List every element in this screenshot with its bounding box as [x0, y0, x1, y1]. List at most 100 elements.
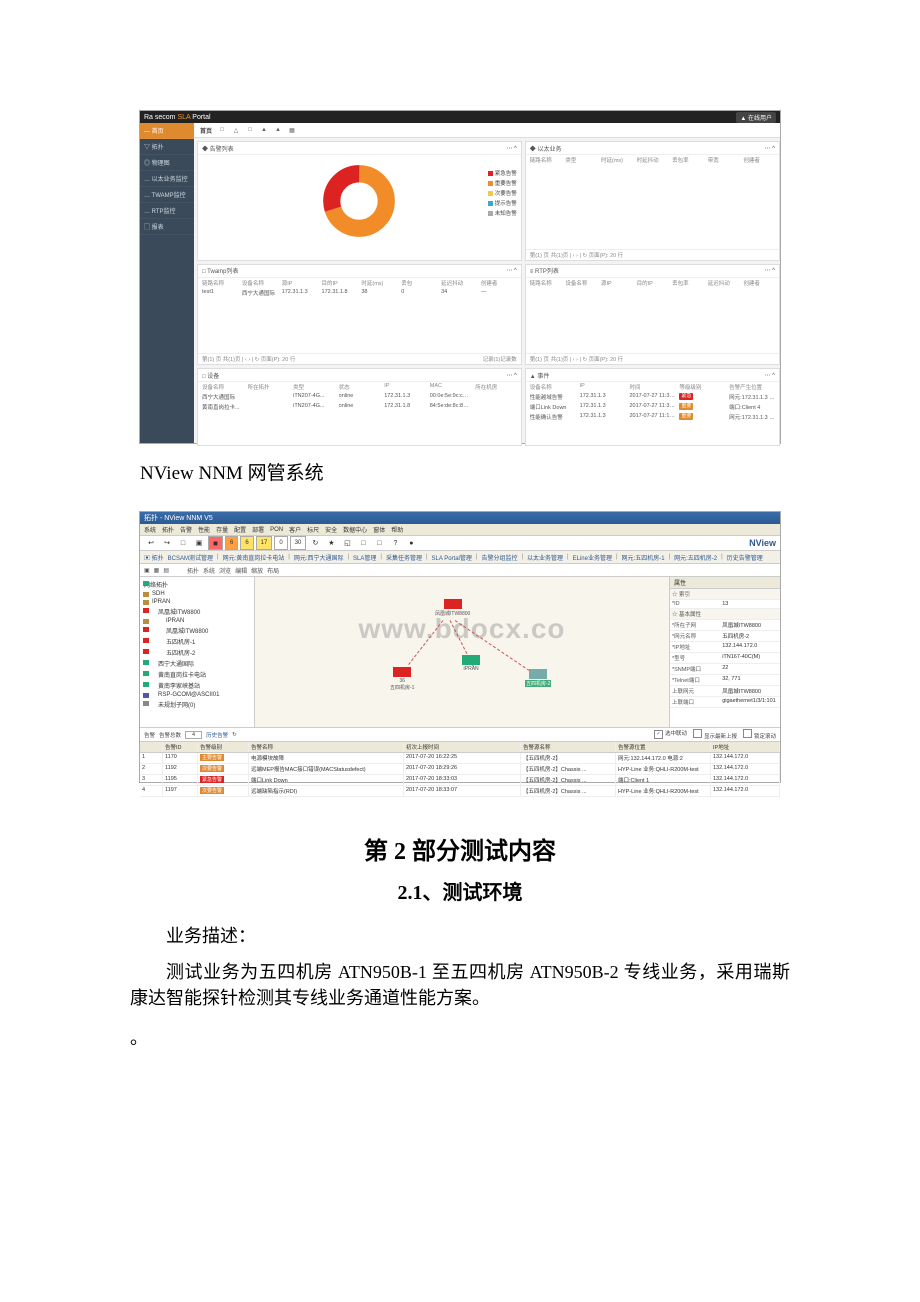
user-icon[interactable]: ▲: [260, 126, 268, 134]
tree-root[interactable]: 网络拓扑: [142, 579, 252, 590]
sidebar-item-topo[interactable]: ▽ 拓扑: [140, 139, 194, 155]
bc-item[interactable]: 网元:黄南直岗拉卡电站: [223, 553, 285, 562]
panel-toggle-icon[interactable]: ⋯ ^: [765, 372, 775, 379]
undo-icon[interactable]: ↩: [144, 536, 158, 550]
filter-critical-chip[interactable]: ◼: [208, 536, 223, 550]
checkbox-icon[interactable]: [693, 729, 702, 738]
panel-toggle-icon[interactable]: ⋯ ^: [506, 267, 516, 274]
bc-item[interactable]: ELine业务管理: [573, 553, 612, 562]
bc-item[interactable]: SLA Portal管理: [432, 553, 472, 562]
alarm-refresh-icon[interactable]: ↻: [232, 732, 237, 738]
panel-toggle-icon[interactable]: ⋯ ^: [506, 372, 516, 379]
box-icon[interactable]: □: [246, 126, 254, 134]
topology-node-top[interactable]: 凤凰城ITW8800: [435, 599, 470, 617]
stb-btn[interactable]: 布局: [267, 566, 279, 575]
help-icon[interactable]: ?: [388, 536, 402, 550]
tree-item[interactable]: IPRAN: [142, 598, 252, 606]
stb-btn[interactable]: 缩放: [251, 566, 263, 575]
menu-item[interactable]: 窗体: [373, 525, 385, 534]
filter-count-chip[interactable]: 30: [290, 536, 307, 550]
redo-icon[interactable]: ↪: [160, 536, 174, 550]
stb-item[interactable]: ▤: [163, 567, 169, 574]
stb-btn[interactable]: 浏览: [219, 566, 231, 575]
panel-toggle-icon[interactable]: ⋯ ^: [765, 145, 775, 152]
tree-item[interactable]: SDH: [142, 590, 252, 598]
checkbox-icon[interactable]: ✓: [654, 730, 663, 739]
stb-btn[interactable]: 拓扑: [187, 566, 199, 575]
device-row[interactable]: 西宁大通国际 iTN207-4G... online 172.31.1.3 00…: [198, 392, 521, 402]
tree-item[interactable]: 黄南直岗拉卡电站: [142, 669, 252, 680]
topology-node-mid[interactable]: IPRAN: [462, 655, 480, 672]
sidebar-item-home[interactable]: — 首页: [140, 123, 194, 139]
twamp-row[interactable]: test1 西宁大通国际 172.31.1.3 172.31.1.8 38 0 …: [198, 288, 521, 298]
event-row[interactable]: 性能越域告警 172.31.1.3 2017-07-27 11:34:49 紧急…: [526, 392, 779, 402]
sla-user-tag[interactable]: ▲ 在线用户: [736, 112, 776, 123]
tree-item[interactable]: 凤凰城ITW8800: [142, 625, 252, 636]
menu-item[interactable]: 部署: [252, 525, 264, 534]
star-icon[interactable]: ★: [324, 536, 338, 550]
stb-item[interactable]: ▣: [144, 567, 150, 574]
tree-item[interactable]: 未规划子网(0): [142, 699, 252, 710]
rect-icon[interactable]: □: [176, 536, 190, 550]
bc-item[interactable]: 以太业务管理: [527, 553, 563, 562]
topology-canvas[interactable]: www.bdocx.co 凤凰城ITW8800 36 五四机房-1 IPRAN: [255, 577, 670, 727]
pager-text[interactable]: 第(1) 页 共(1)页 | ‹ › | ↻ 页面(P): 20 行: [530, 251, 623, 259]
tree-item[interactable]: 黄南李家峡基站: [142, 680, 252, 691]
tree-item[interactable]: RSP-GCOM@ASCII01: [142, 691, 252, 699]
pager-text[interactable]: 第(1) 页 共(1)页 | ‹ › | ↻ 页面(P): 20 行: [202, 355, 295, 363]
topology-node-left[interactable]: 36 五四机房-1: [390, 667, 414, 691]
sidebar-item-eth[interactable]: … 以太业务监控: [140, 171, 194, 187]
refresh-icon[interactable]: ↻: [308, 536, 322, 550]
menu-item[interactable]: 存量: [216, 525, 228, 534]
menu-item[interactable]: 系统: [144, 525, 156, 534]
event-row[interactable]: 性能确认告警 172.31.1.3 2017-07-27 11:13:43 重要…: [526, 412, 779, 422]
checkbox-icon[interactable]: [743, 729, 752, 738]
filter-warn-chip[interactable]: 17: [256, 536, 273, 550]
menu-item[interactable]: 数据中心: [343, 525, 367, 534]
sidebar-item-rtp[interactable]: … RTP监控: [140, 203, 194, 219]
alarm-icon[interactable]: △: [232, 126, 240, 134]
menu-item[interactable]: 告警: [180, 525, 192, 534]
tree-item[interactable]: IPRAN: [142, 617, 252, 625]
device-row[interactable]: 黄南直岗拉卡... iTN207-4G... online 172.31.1.8…: [198, 402, 521, 412]
info-icon[interactable]: ●: [404, 536, 418, 550]
bc-item[interactable]: 网元:五四机房-2: [674, 553, 717, 562]
menu-item[interactable]: 安全: [325, 525, 337, 534]
opt-label[interactable]: 显示最新上报: [704, 734, 737, 740]
window-icon[interactable]: □: [356, 536, 370, 550]
tree-item[interactable]: 凤凰城ITW8800: [142, 606, 252, 617]
bc-item[interactable]: BCSAM测试管理: [168, 553, 213, 562]
panel-toggle-icon[interactable]: ⋯ ^: [765, 267, 775, 274]
alarm-tab[interactable]: 告警: [144, 731, 155, 739]
layout-icon[interactable]: ◱: [340, 536, 354, 550]
pager-text[interactable]: 第(1) 页 共(1)页 | ‹ › | ↻ 页面(P): 20 行: [530, 355, 623, 363]
menu-item[interactable]: 标尺: [307, 525, 319, 534]
menu-item[interactable]: 帮助: [391, 525, 403, 534]
bc-item[interactable]: 历史告警管理: [727, 553, 763, 562]
menu-item[interactable]: 拓扑: [162, 525, 174, 534]
stb-btn[interactable]: 编辑: [235, 566, 247, 575]
bc-item[interactable]: 告警分组监控: [481, 553, 517, 562]
sidebar-item-map[interactable]: ◎ 物理图: [140, 155, 194, 171]
alarm-row[interactable]: 4 1197 次要告警 远端缺陷指示(RDI) 2017-07-20 18:33…: [140, 786, 780, 797]
panel-toggle-icon[interactable]: ⋯ ^: [506, 145, 516, 152]
tile-icon[interactable]: □: [372, 536, 386, 550]
tree-item[interactable]: 西宁大通国际: [142, 658, 252, 669]
filter-minor-chip[interactable]: 6: [240, 536, 253, 550]
list-icon[interactable]: ▦: [288, 126, 296, 134]
users-icon[interactable]: ▲: [274, 126, 282, 134]
filter-info-chip[interactable]: 0: [274, 536, 287, 550]
menu-item[interactable]: 性能: [198, 525, 210, 534]
sidebar-item-twamp[interactable]: … TWAMP监控: [140, 187, 194, 203]
menu-item[interactable]: 配置: [234, 525, 246, 534]
tree-item[interactable]: 五四机房-2: [142, 647, 252, 658]
menu-item[interactable]: 客户: [289, 525, 301, 534]
stb-btn[interactable]: 系统: [203, 566, 215, 575]
cut-icon[interactable]: ▣: [192, 536, 206, 550]
topology-node-right[interactable]: 五四机房-2: [525, 669, 551, 687]
opt-label[interactable]: 锁定滚动: [754, 734, 776, 740]
menu-item[interactable]: PON: [270, 527, 283, 533]
stb-item[interactable]: ▦: [154, 567, 160, 574]
bc-item[interactable]: 采集任务管理: [386, 553, 422, 562]
alarm-row[interactable]: 2 1192 次要告警 远端MEP报告MAC接口错误(MACStatusdefe…: [140, 764, 780, 775]
